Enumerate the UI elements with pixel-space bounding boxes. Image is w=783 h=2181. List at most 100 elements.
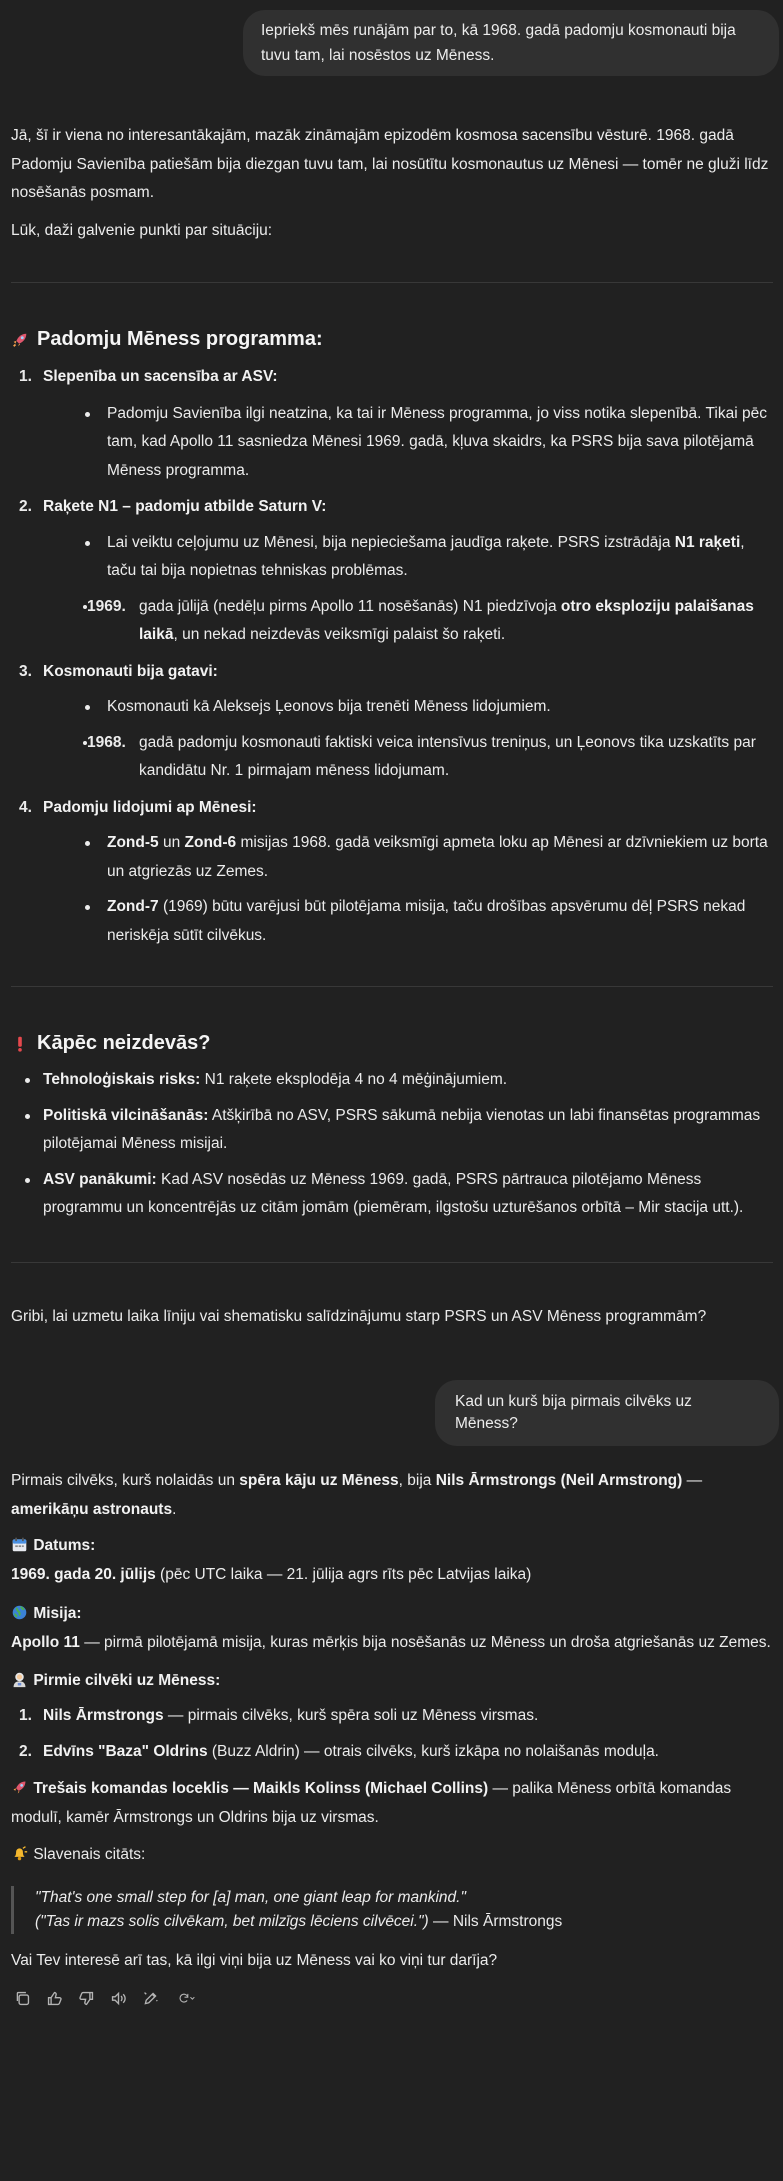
copy-icon[interactable] bbox=[11, 1987, 33, 2009]
date-note: (pēc UTC laika — 21. jūlija agrs rīts pē… bbox=[155, 1565, 532, 1583]
list-item-heading: Padomju lidojumi ap Mēnesi: bbox=[43, 798, 257, 816]
user-message-bubble: Iepriekš mēs runājām par to, kā 1968. ga… bbox=[243, 10, 779, 76]
list-number: 1. bbox=[19, 1707, 32, 1724]
bullet-text-bold: Zond-7 bbox=[107, 898, 159, 915]
reason-label: ASV panākumi: bbox=[43, 1170, 157, 1188]
bullet-text-bold: Zond-5 bbox=[107, 834, 159, 851]
list-item-heading: Raķete N1 – padomju atbilde Saturn V: bbox=[43, 498, 327, 515]
text-part: — bbox=[682, 1472, 703, 1489]
list-number: 4. bbox=[19, 798, 32, 816]
bullet-text: 1969. gada jūlijā (nedēļu pirms Apollo 11… bbox=[43, 593, 773, 650]
bullet-text: Lai veiktu ceļojumu uz Mēnesi, bija nepi… bbox=[43, 529, 773, 586]
bullet-text: Zond-5 un Zond-6 misijas 1968. gadā veik… bbox=[43, 829, 773, 886]
user-message-text: Iepriekš mēs runājām par to, kā 1968. ga… bbox=[261, 22, 736, 64]
list-item-heading: Kosmonauti bija gatavi: bbox=[43, 662, 218, 680]
person-description: (Buzz Aldrin) — otrais cilvēks, kurš izk… bbox=[207, 1742, 659, 1760]
rocket-icon bbox=[11, 1778, 29, 1796]
closing-question: Gribi, lai uzmetu laika līniju vai shema… bbox=[11, 1308, 707, 1325]
intro-paragraph: Jā, šī ir viena no interesantākajām, maz… bbox=[11, 127, 769, 201]
bullet-text-part: (1969) būtu varējusi būt pilotējama misi… bbox=[107, 898, 746, 944]
edit-icon[interactable] bbox=[139, 1987, 161, 2009]
quote-heading: Slavenais citāts: bbox=[11, 1841, 773, 1870]
bullet-text-part: un bbox=[158, 834, 185, 851]
list-number: 2. bbox=[19, 1742, 32, 1760]
section-heading-why: Kāpēc neizdevās? bbox=[11, 1030, 210, 1056]
date-label: Datums: bbox=[33, 1537, 96, 1554]
bullet-text-bold: N1 raķeti bbox=[674, 533, 741, 551]
bell-icon bbox=[11, 1844, 29, 1862]
reason-text: N1 raķete eksplodēja 4 no 4 mēģinājumiem… bbox=[200, 1071, 508, 1088]
bullet-text-content: gadā padomju kosmonauti faktiski veica i… bbox=[139, 733, 756, 780]
first-people-label: Pirmie cilvēki uz Mēness: bbox=[33, 1672, 221, 1689]
rocket-icon bbox=[11, 330, 29, 348]
thumbs-down-icon[interactable] bbox=[75, 1987, 97, 2009]
globe-icon bbox=[11, 1603, 29, 1621]
calendar-icon bbox=[11, 1535, 29, 1553]
speaker-icon[interactable] bbox=[107, 1987, 129, 2009]
reasons-list: Tehnoloģiskais risks: N1 raķete eksplodē… bbox=[11, 1066, 773, 1230]
bullet-text-content: Padomju Savienība ilgi neatzina, ka tai … bbox=[107, 404, 767, 479]
quote-label: Slavenais citāts: bbox=[33, 1846, 146, 1863]
bullet-text-content: Kosmonauti kā Aleksejs Ļeonovs bija tren… bbox=[107, 698, 551, 715]
divider bbox=[11, 282, 773, 283]
list-item: ASV panākumi: Kad ASV nosēdās uz Mēness … bbox=[11, 1166, 773, 1223]
date-block: Datums: 1969. gada 20. jūlijs (pēc UTC l… bbox=[11, 1532, 773, 1589]
person-description: — pirmais cilvēks, kurš spēra soli uz Mē… bbox=[163, 1707, 539, 1724]
quote-english: "That's one small step for [a] man, one … bbox=[35, 1889, 466, 1906]
program-list: 1. Slepenība un sacensība ar ASV: Padomj… bbox=[11, 363, 773, 950]
exclamation-icon bbox=[11, 1034, 29, 1052]
sub-list: Padomju Savienība ilgi neatzina, ka tai … bbox=[43, 400, 773, 486]
list-item: 3. Kosmonauti bija gatavi: Kosmonauti kā… bbox=[11, 658, 773, 786]
mission-label: Misija: bbox=[33, 1605, 82, 1622]
mission-block: Misija: Apollo 11 — pirmā pilotējamā mis… bbox=[11, 1600, 773, 1657]
person-name: Nils Ārmstrongs bbox=[43, 1707, 164, 1724]
chat-page: Iepriekš mēs runājām par to, kā 1968. ga… bbox=[0, 0, 783, 2181]
text-part: . bbox=[172, 1500, 177, 1518]
text-part: Pirmais cilvēks, kurš nolaidās un bbox=[11, 1472, 240, 1489]
list-number: 1. bbox=[19, 368, 32, 385]
list-item: 2. Raķete N1 – padomju atbilde Saturn V:… bbox=[11, 493, 773, 650]
text-part: , bija bbox=[398, 1472, 436, 1489]
list-item: Tehnoloģiskais risks: N1 raķete eksplodē… bbox=[11, 1066, 773, 1095]
regenerate-icon[interactable] bbox=[171, 1987, 201, 2009]
mission-description: — pirmā pilotējamā misija, kuras mērķis … bbox=[79, 1633, 771, 1651]
first-people-heading: Pirmie cilvēki uz Mēness: bbox=[11, 1667, 773, 1696]
bullet-text: 1968. gadā padomju kosmonauti faktiski ve… bbox=[43, 729, 773, 786]
thumbs-up-icon[interactable] bbox=[43, 1987, 65, 2009]
third-member: Trešais komandas loceklis — Maikls Kolin… bbox=[11, 1775, 773, 1832]
assistant-intro: Jā, šī ir viena no interesantākajām, maz… bbox=[11, 122, 773, 245]
mission-value: Apollo 11 bbox=[11, 1633, 80, 1651]
year-label: 1969. bbox=[87, 597, 126, 615]
bullet-text-part: , un nekad neizdevās veiksmīgi palaist š… bbox=[173, 626, 506, 643]
reason-label: Tehnoloģiskais risks: bbox=[43, 1071, 201, 1088]
bullet-text: Padomju Savienība ilgi neatzina, ka tai … bbox=[43, 400, 773, 486]
section-heading-program: Padomju Mēness programma: bbox=[11, 326, 323, 352]
text-bold: spēra kāju uz Mēness bbox=[239, 1472, 399, 1489]
blockquote: "That's one small step for [a] man, one … bbox=[11, 1886, 751, 1934]
message-actions bbox=[11, 1987, 201, 2009]
quote-author: — Nils Ārmstrongs bbox=[428, 1913, 563, 1930]
user-message-text: Kad un kurš bija pirmais cilvēks uz Mēne… bbox=[455, 1393, 692, 1432]
sub-list: Lai veiktu ceļojumu uz Mēnesi, bija nepi… bbox=[43, 529, 773, 650]
first-people-list: 1. Nils Ārmstrongs — pirmais cilvēks, kur… bbox=[11, 1702, 773, 1766]
answer-closing: Vai Tev interesē arī tas, kā ilgi viņi b… bbox=[11, 1952, 498, 1969]
divider bbox=[11, 1262, 773, 1263]
list-item: 4. Padomju lidojumi ap Mēnesi: Zond-5 un… bbox=[11, 794, 773, 951]
list-item: 2. Edvīns "Baza" Oldrins (Buzz Aldrin) — … bbox=[11, 1738, 773, 1767]
bullet-text: Kosmonauti kā Aleksejs Ļeonovs bija tren… bbox=[43, 693, 773, 722]
third-member-name: Trešais komandas loceklis — Maikls Kolin… bbox=[33, 1780, 489, 1797]
text-bold: amerikāņu astronauts bbox=[11, 1500, 173, 1518]
reason-label: Politiskā vilcināšanās: bbox=[43, 1106, 209, 1124]
answer-intro: Pirmais cilvēks, kurš nolaidās un spēra … bbox=[11, 1467, 773, 1524]
sub-list: Kosmonauti kā Aleksejs Ļeonovs bija tren… bbox=[43, 693, 773, 786]
sub-list: Zond-5 un Zond-6 misijas 1968. gadā veik… bbox=[43, 829, 773, 950]
bullet-text-bold: Zond-6 bbox=[184, 834, 237, 851]
quote-latvian: ("Tas ir mazs solis cilvēkam, bet milzīg… bbox=[35, 1913, 429, 1930]
divider bbox=[11, 986, 773, 987]
text-bold: Nils Ārmstrongs (Neil Armstrong) bbox=[435, 1472, 683, 1489]
section-title: Kāpēc neizdevās? bbox=[37, 1032, 211, 1054]
list-item: 1. Slepenība un sacensība ar ASV: Padomj… bbox=[11, 363, 773, 485]
list-number: 2. bbox=[19, 498, 32, 515]
section-title: Padomju Mēness programma: bbox=[37, 328, 323, 350]
year-label: 1968. bbox=[87, 733, 126, 751]
